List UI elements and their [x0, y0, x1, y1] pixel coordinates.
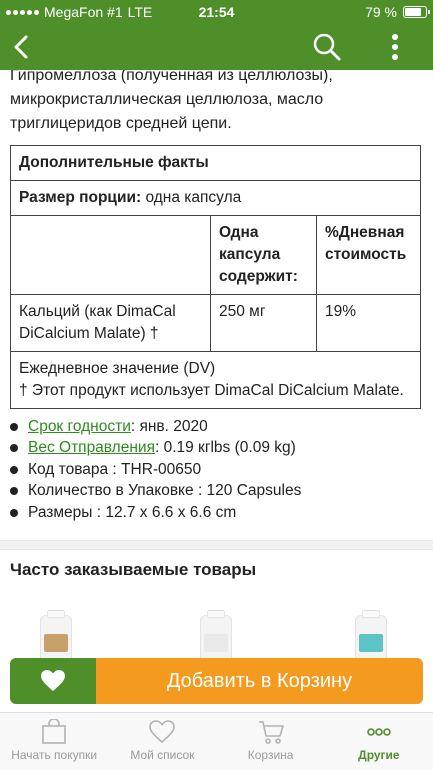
supplement-facts-table: Дополнительные факты Размер порции: одна… [10, 145, 421, 409]
facts-title: Дополнительные факты [10, 145, 421, 181]
search-button[interactable] [310, 30, 344, 64]
ingredients-line: Гипромеллоза (полученная из целлюлозы), [10, 70, 333, 84]
dagger-footnote: † Этот продукт использует DimaCal DiCalc… [19, 382, 404, 399]
bullet-icon [10, 508, 18, 517]
nutrient-dv: 19% [316, 294, 421, 352]
product-specs-list: Срок годности : янв. 2020 Вес Отправлени… [10, 416, 425, 524]
product-code: Код товара : THR-00650 [28, 460, 202, 478]
add-to-cart-button[interactable]: Добавить в Корзину [96, 658, 423, 704]
tab-my-list[interactable]: Мой список [108, 713, 216, 770]
tab-label: Мой список [130, 748, 195, 762]
bottom-tab-bar: Начать покупки Мой список Корзина Другие [0, 712, 433, 770]
more-dots-icon [367, 728, 391, 736]
shipping-weight-value: : 0.19 кгlbs (0.09 kg) [154, 439, 296, 457]
expiry-date-link[interactable]: Срок годности [28, 418, 131, 436]
shopping-bag-icon [42, 719, 66, 744]
dv-column-header: %Дневная стоимость [316, 215, 421, 295]
amount-column-header: Одна капсула содержит: [210, 215, 317, 295]
product-thumbnail[interactable] [200, 610, 232, 658]
tab-cart[interactable]: Корзина [217, 713, 325, 770]
back-button[interactable] [6, 30, 40, 64]
list-item: Код товара : THR-00650 [10, 459, 425, 481]
tab-label: Корзина [247, 748, 294, 762]
shipping-weight-link[interactable]: Вес Отправления [28, 439, 155, 457]
ingredients-text: Гипромеллоза (полученная из целлюлозы), … [10, 70, 425, 136]
product-bottle-image [40, 610, 72, 658]
tab-label: Другие [358, 748, 400, 762]
list-item: Размеры : 12.7 x 6.6 x 6.6 cm [10, 502, 425, 524]
ingredients-line: микрокристаллическая целлюлоза, масло [10, 91, 324, 108]
overflow-menu-button[interactable] [382, 30, 408, 64]
frequently-ordered-title: Часто заказываемые товары [10, 560, 257, 579]
vertical-dots-icon [392, 34, 398, 60]
battery-percent: 79 % [365, 4, 397, 20]
list-item: Срок годности : янв. 2020 [10, 416, 425, 438]
section-divider [0, 540, 433, 550]
facts-footnotes: Ежедневное значение (DV) † Этот продукт … [10, 351, 421, 409]
bullet-icon [10, 444, 18, 453]
list-item: Вес Отправления : 0.19 кгlbs (0.09 kg) [10, 438, 425, 460]
cart-icon [258, 721, 284, 744]
nutrient-name: Кальций (как DimaCal DiCalcium Malate) † [10, 294, 211, 352]
product-thumbnail[interactable] [355, 610, 387, 658]
product-bottle-image [200, 610, 232, 658]
bullet-icon [10, 422, 18, 431]
bullet-icon [10, 465, 18, 474]
serving-size-row: Размер порции: одна капсула [10, 180, 421, 216]
tab-others[interactable]: Другие [325, 713, 433, 770]
package-quantity: Количество в Упаковке : 120 Capsules [28, 482, 302, 500]
search-icon [313, 33, 341, 61]
ingredients-line: триглицеридов средней цепи. [10, 115, 232, 132]
header-empty-cell [10, 215, 211, 295]
add-to-cart-bar: Добавить в Корзину [10, 658, 423, 704]
heart-icon [149, 720, 176, 744]
add-to-wishlist-button[interactable] [10, 658, 96, 704]
nutrient-amount: 250 мг [210, 294, 317, 352]
list-item: Количество в Упаковке : 120 Capsules [10, 481, 425, 503]
serving-size-value: одна капсула [141, 189, 242, 206]
bullet-icon [10, 487, 18, 496]
battery-icon [403, 6, 430, 18]
app-bar [0, 24, 433, 70]
back-arrow-icon [14, 35, 28, 59]
status-bar: MegaFon #1 LTE 21:54 79 % [0, 0, 433, 24]
product-details-content[interactable]: Гипромеллоза (полученная из целлюлозы), … [0, 70, 433, 658]
battery-status: 79 % [365, 4, 430, 20]
dv-footnote: Ежедневное значение (DV) [19, 360, 216, 377]
product-thumbnail[interactable] [40, 610, 72, 658]
product-bottle-image [355, 610, 387, 658]
expiry-date-value: : янв. 2020 [130, 417, 208, 435]
package-dimensions: Размеры : 12.7 x 6.6 x 6.6 cm [28, 503, 237, 521]
heart-icon [41, 670, 65, 691]
serving-size-label: Размер порции: [19, 189, 142, 206]
tab-label: Начать покупки [11, 748, 98, 762]
tab-start-shopping[interactable]: Начать покупки [0, 713, 108, 770]
